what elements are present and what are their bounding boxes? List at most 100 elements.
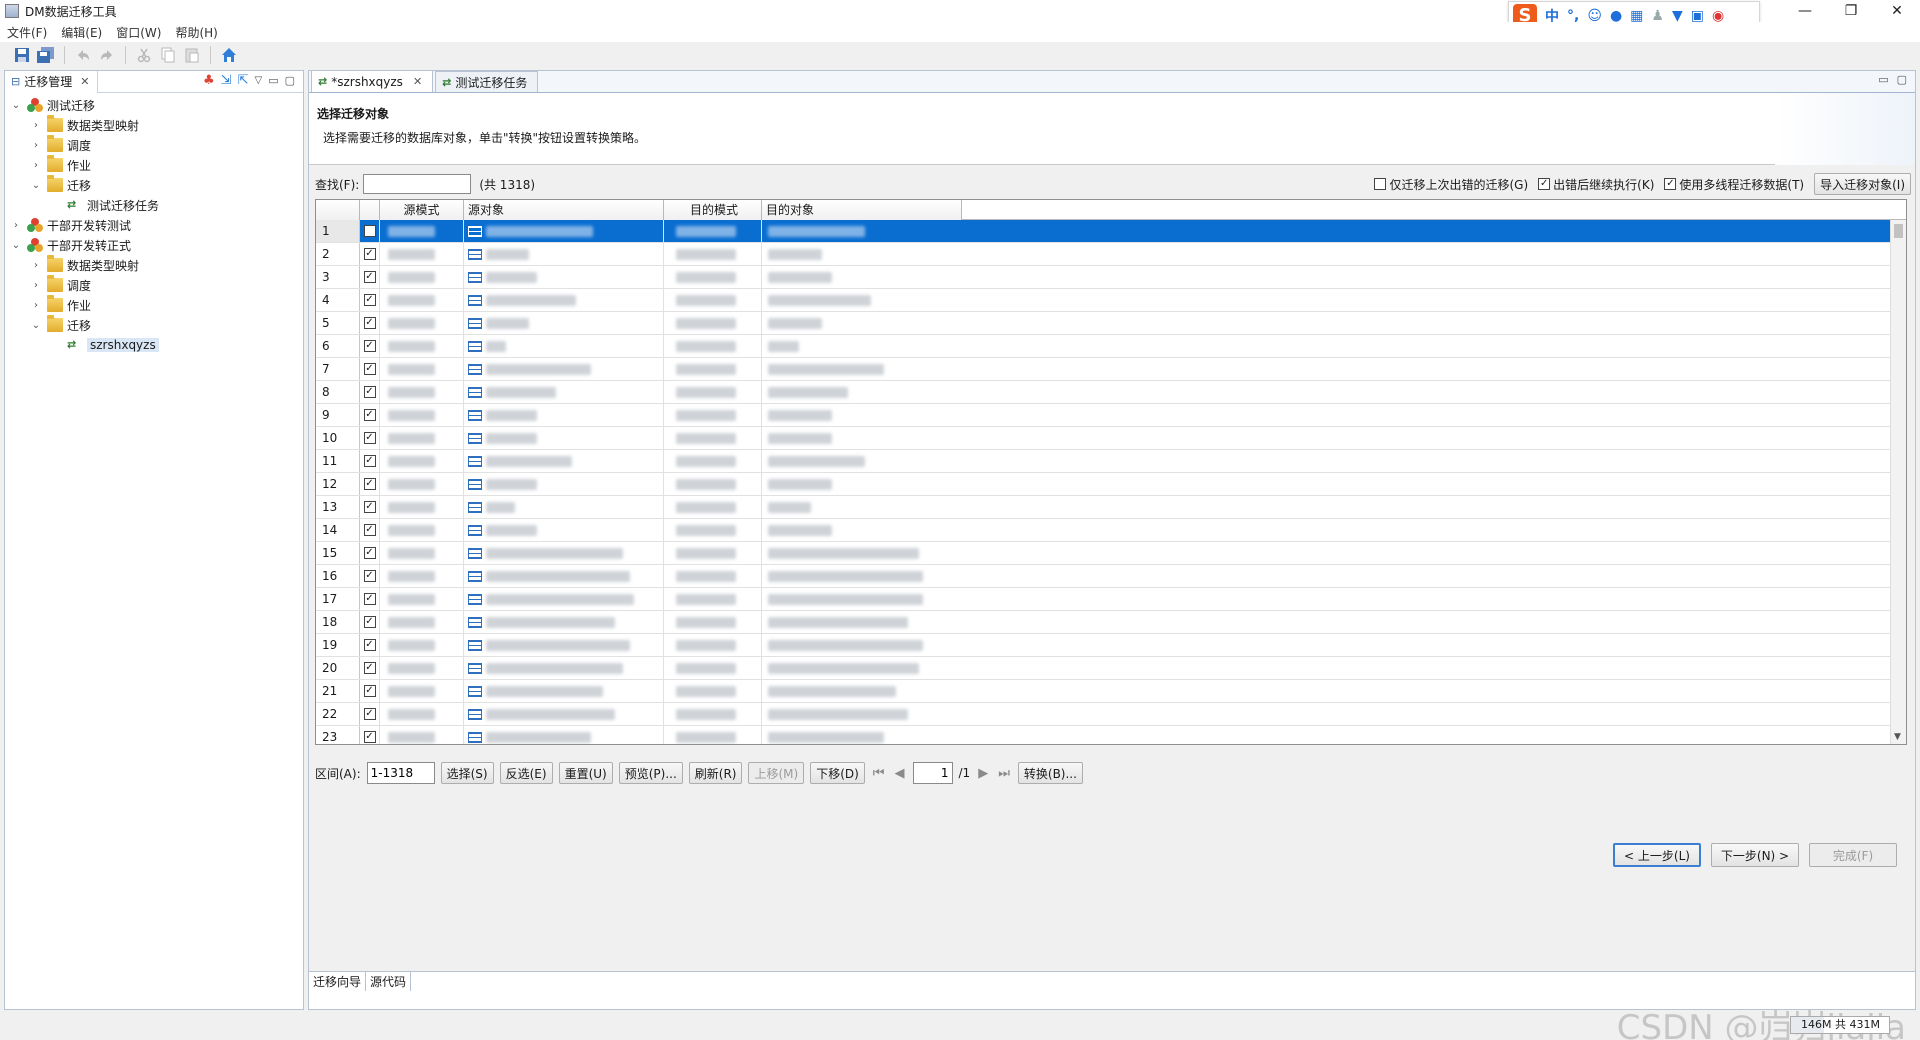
column-source-object[interactable]: 源对象 <box>464 200 664 220</box>
select-button[interactable]: 选择(S) <box>440 762 494 784</box>
refresh-button[interactable]: 刷新(R) <box>688 762 743 784</box>
tab-szrshxqyzs[interactable]: ⇄ *szrshxqyzs ✕ <box>311 70 434 92</box>
tab-source-code[interactable]: 源代码 <box>366 972 412 991</box>
chevron-right-icon[interactable]: › <box>9 220 23 231</box>
table-row[interactable]: 4 ✓ <box>316 289 1906 312</box>
menu-edit[interactable]: 编辑(E) <box>54 24 109 41</box>
table-row[interactable]: 22 ✓ <box>316 703 1906 726</box>
tree-item[interactable]: ⌄ 迁移 <box>5 175 303 195</box>
table-row[interactable]: 7 ✓ <box>316 358 1906 381</box>
row-checkbox-cell[interactable]: ✓ <box>360 588 380 610</box>
chevron-right-icon[interactable]: › <box>29 120 43 131</box>
prev-step-button[interactable]: < 上一步(L) <box>1613 843 1701 867</box>
row-checkbox[interactable]: ✓ <box>363 432 376 444</box>
column-target-object[interactable]: 目的对象 <box>762 200 962 220</box>
row-checkbox[interactable]: ✓ <box>363 524 376 536</box>
row-checkbox[interactable]: ✓ <box>363 708 376 720</box>
multithread-checkbox[interactable]: ✓ 使用多线程迁移数据(T) <box>1664 176 1804 193</box>
tree-item[interactable]: › 数据类型映射 <box>5 115 303 135</box>
chevron-right-icon[interactable]: › <box>29 300 43 311</box>
menu-help[interactable]: 帮助(H) <box>168 24 224 41</box>
finish-button[interactable]: 完成(F) <box>1809 843 1897 867</box>
row-checkbox[interactable]: ✓ <box>363 386 376 398</box>
row-checkbox-cell[interactable]: ✓ <box>360 266 380 288</box>
row-checkbox-cell[interactable]: ✓ <box>360 657 380 679</box>
prev-page-icon[interactable]: ◀ <box>893 766 907 781</box>
minimize-editor-icon[interactable]: ▭ <box>1878 73 1888 86</box>
minimize-view-icon[interactable]: ▭ <box>268 74 278 87</box>
row-checkbox[interactable]: ✓ <box>363 248 376 260</box>
row-checkbox[interactable]: ✓ <box>363 478 376 490</box>
table-row[interactable]: 1 ✓ <box>316 220 1906 243</box>
first-page-icon[interactable]: ⏮ <box>871 766 887 781</box>
row-checkbox-cell[interactable]: ✓ <box>360 243 380 265</box>
row-checkbox-cell[interactable]: ✓ <box>360 404 380 426</box>
table-row[interactable]: 6 ✓ <box>316 335 1906 358</box>
chevron-down-icon[interactable]: ⌄ <box>9 100 23 111</box>
check-header[interactable] <box>360 200 380 220</box>
paste-icon[interactable] <box>182 45 202 65</box>
table-row[interactable]: 5 ✓ <box>316 312 1906 335</box>
maximize-editor-icon[interactable]: ▢ <box>1897 73 1907 86</box>
minimize-icon[interactable]: — <box>1782 0 1828 22</box>
tab-test-migration-task[interactable]: ⇄ 测试迁移任务 <box>435 71 539 92</box>
row-checkbox[interactable]: ✓ <box>363 685 376 697</box>
table-row[interactable]: 18 ✓ <box>316 611 1906 634</box>
row-checkbox-cell[interactable]: ✓ <box>360 220 380 242</box>
restore-icon[interactable]: ❐ <box>1828 0 1874 22</box>
range-input[interactable] <box>366 762 435 784</box>
retry-failed-checkbox[interactable]: 仅迁移上次出错的迁移(G) <box>1374 176 1528 193</box>
last-page-icon[interactable]: ⏭ <box>996 766 1012 781</box>
checkbox-box[interactable]: ✓ <box>1538 178 1551 190</box>
table-row[interactable]: 13 ✓ <box>316 496 1906 519</box>
checkbox-box[interactable] <box>1374 178 1387 190</box>
tree-item[interactable]: ⇄ szrshxqyzs <box>5 335 303 355</box>
column-source-schema[interactable]: 源模式 <box>380 200 464 220</box>
home-icon[interactable] <box>219 45 239 65</box>
search-input[interactable] <box>363 174 472 194</box>
menu-window[interactable]: 窗口(W) <box>109 24 168 41</box>
invert-button[interactable]: 反选(E) <box>499 762 553 784</box>
view-menu-icon[interactable]: ▽ <box>254 75 262 86</box>
table-row[interactable]: 16 ✓ <box>316 565 1906 588</box>
chevron-down-icon[interactable]: ⌄ <box>9 240 23 251</box>
row-checkbox[interactable]: ✓ <box>363 363 376 375</box>
row-checkbox[interactable]: ✓ <box>363 731 376 743</box>
chevron-right-icon[interactable]: › <box>29 280 43 291</box>
row-checkbox-cell[interactable]: ✓ <box>360 542 380 564</box>
tab-migration-wizard[interactable]: 迁移向导 <box>309 972 367 991</box>
row-checkbox[interactable]: ✓ <box>363 616 376 628</box>
tree-item[interactable]: ⌄ 干部开发转正式 <box>5 235 303 255</box>
column-target-schema[interactable]: 目的模式 <box>664 200 762 220</box>
tree-item[interactable]: ⌄ 测试迁移 <box>5 95 303 115</box>
row-checkbox[interactable]: ✓ <box>363 271 376 283</box>
row-checkbox-cell[interactable]: ✓ <box>360 335 380 357</box>
migration-manager-tab[interactable]: ⊟ 迁移管理 ✕ <box>5 70 99 93</box>
row-checkbox[interactable]: ✓ <box>363 455 376 467</box>
continue-on-error-checkbox[interactable]: ✓ 出错后继续执行(K) <box>1538 176 1654 193</box>
import-icon[interactable]: ⇲ <box>221 73 232 88</box>
import-objects-button[interactable]: 导入迁移对象(I) <box>1814 173 1911 195</box>
row-checkbox-cell[interactable]: ✓ <box>360 289 380 311</box>
scrollbar-thumb[interactable] <box>1894 224 1903 238</box>
tree-item[interactable]: › 作业 <box>5 295 303 315</box>
row-checkbox[interactable]: ✓ <box>363 225 376 237</box>
row-checkbox-cell[interactable]: ✓ <box>360 358 380 380</box>
tree-item[interactable]: › 作业 <box>5 155 303 175</box>
cut-icon[interactable] <box>134 45 154 65</box>
tree-item[interactable]: › 调度 <box>5 275 303 295</box>
row-checkbox-cell[interactable]: ✓ <box>360 450 380 472</box>
table-row[interactable]: 12 ✓ <box>316 473 1906 496</box>
memory-indicator[interactable]: 146M 共 431M <box>1790 1016 1890 1034</box>
scroll-down-icon[interactable]: ▼ <box>1894 732 1901 742</box>
table-row[interactable]: 3 ✓ <box>316 266 1906 289</box>
tree-item[interactable]: › 调度 <box>5 135 303 155</box>
preview-button[interactable]: 预览(P)... <box>618 762 683 784</box>
row-checkbox-cell[interactable]: ✓ <box>360 312 380 334</box>
table-row[interactable]: 19 ✓ <box>316 634 1906 657</box>
row-checkbox[interactable]: ✓ <box>363 639 376 651</box>
copy-icon[interactable] <box>158 45 178 65</box>
row-checkbox[interactable]: ✓ <box>363 662 376 674</box>
checkbox-box[interactable]: ✓ <box>1664 178 1677 190</box>
row-checkbox-cell[interactable]: ✓ <box>360 680 380 702</box>
